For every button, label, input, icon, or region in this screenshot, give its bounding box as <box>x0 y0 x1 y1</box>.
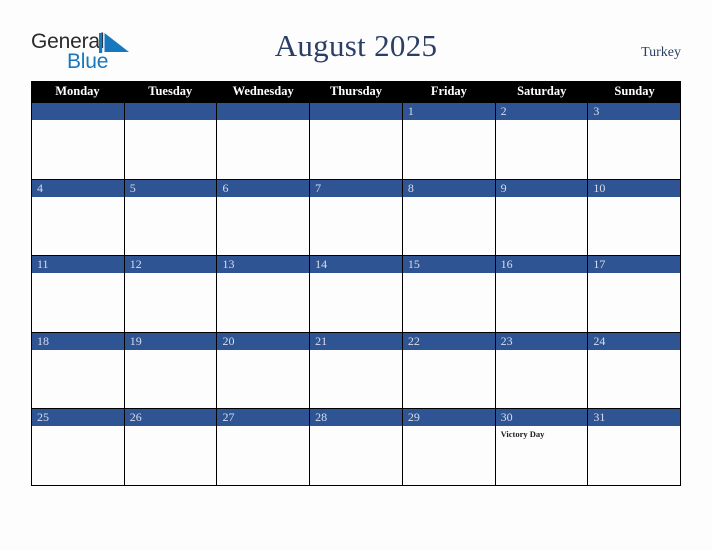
calendar-week-row: 18 19 20 21 22 23 24 <box>31 331 682 409</box>
date-number: 4 <box>32 179 124 197</box>
date-number: 30 <box>495 409 588 427</box>
date-number: 23 <box>495 332 588 350</box>
date-number <box>32 103 124 120</box>
weekday-header-wednesday: Wednesday <box>232 84 294 98</box>
day-cell-3[interactable]: 3 <box>588 103 682 179</box>
day-cell-empty[interactable] <box>124 103 218 179</box>
day-cell-5[interactable]: 5 <box>124 179 218 256</box>
calendar-week-row: 4 5 6 7 8 9 10 <box>31 178 682 256</box>
weekday-header-saturday: Saturday <box>517 84 567 98</box>
day-cell-16[interactable]: 16 <box>495 256 589 332</box>
day-cell-15[interactable]: 15 <box>402 256 496 332</box>
day-cell-25[interactable]: 25 <box>32 409 125 485</box>
date-number: 8 <box>402 179 495 197</box>
day-cell-12[interactable]: 12 <box>124 256 218 332</box>
day-cell-30[interactable]: 30 Victory Day <box>495 409 589 485</box>
weekday-header-tuesday: Tuesday <box>148 84 193 98</box>
date-number: 31 <box>588 409 681 427</box>
day-cell-1[interactable]: 1 <box>402 103 496 179</box>
event-list: Victory Day <box>496 426 588 440</box>
date-number: 29 <box>402 409 495 427</box>
day-cell-31[interactable]: 31 <box>588 409 682 485</box>
weekday-header-monday: Monday <box>55 84 100 98</box>
date-number: 27 <box>217 409 310 427</box>
date-number: 11 <box>32 256 124 274</box>
day-cell-14[interactable]: 14 <box>310 256 403 332</box>
day-cell-7[interactable]: 7 <box>310 179 403 256</box>
weekday-header-friday: Friday <box>430 84 467 98</box>
country-label: Turkey <box>641 45 681 60</box>
day-cell-8[interactable]: 8 <box>402 179 496 256</box>
date-number: 28 <box>310 409 402 427</box>
date-number: 22 <box>402 332 495 350</box>
date-number: 15 <box>402 256 495 274</box>
page-title: August 2025 <box>274 28 438 63</box>
weekday-header-thursday: Thursday <box>329 84 383 98</box>
date-number: 2 <box>495 103 588 120</box>
day-cell-20[interactable]: 20 <box>217 332 311 409</box>
day-cell-empty[interactable] <box>32 103 125 179</box>
date-number: 26 <box>124 409 217 427</box>
day-cell-empty[interactable] <box>310 103 403 179</box>
date-number <box>310 103 402 120</box>
date-number: 14 <box>310 256 402 274</box>
date-number: 18 <box>32 332 124 350</box>
day-cell-21[interactable]: 21 <box>310 332 403 409</box>
day-cell-13[interactable]: 13 <box>217 256 311 332</box>
date-number: 3 <box>588 103 681 120</box>
day-cell-11[interactable]: 11 <box>32 256 125 332</box>
calendar-grid: Monday Tuesday Wednesday Thursday Friday Satu… <box>31 81 682 486</box>
event-item: Victory Day <box>500 429 545 440</box>
date-number: 5 <box>124 179 217 197</box>
day-cell-19[interactable]: 19 <box>124 332 218 409</box>
calendar-week-row: 123 <box>31 102 682 179</box>
page-header: General Blue August 2025 Turkey <box>0 0 712 81</box>
day-cell-28[interactable]: 28 <box>310 409 403 485</box>
day-cell-10[interactable]: 10 <box>588 179 682 256</box>
day-cell-29[interactable]: 29 <box>402 409 496 485</box>
date-number: 1 <box>402 103 495 120</box>
day-cell-17[interactable]: 17 <box>588 256 682 332</box>
calendar-weeks: 1 2 3 4 5 6 7 8 9 10 11 12 13 14 15 16 17 18 19 20 21 22 23 24 2… <box>31 102 682 486</box>
calendar-week-row: 25 26 27 28 29 30 Victory Day 31 <box>31 408 682 486</box>
date-number: 21 <box>310 332 402 350</box>
date-number <box>124 103 217 120</box>
date-number: 6 <box>217 179 310 197</box>
date-number: 16 <box>495 256 588 274</box>
day-cell-24[interactable]: 24 <box>588 332 682 409</box>
day-cell-2[interactable]: 2 <box>495 103 589 179</box>
date-number: 20 <box>217 332 310 350</box>
date-number: 10 <box>588 179 681 197</box>
day-cell-22[interactable]: 22 <box>402 332 496 409</box>
weekday-header-row: Monday Tuesday Wednesday Thursday Friday Satu… <box>31 81 681 102</box>
date-number: 24 <box>588 332 681 350</box>
day-cell-26[interactable]: 26 <box>124 409 218 485</box>
date-number <box>217 103 310 120</box>
calendar-week-row: 11 12 13 14 15 16 17 <box>31 255 682 332</box>
day-cell-4[interactable]: 4 <box>32 179 125 256</box>
date-number: 7 <box>310 179 402 197</box>
date-number: 17 <box>588 256 681 274</box>
date-number: 12 <box>124 256 217 274</box>
date-number: 9 <box>495 179 588 197</box>
day-cell-27[interactable]: 27 <box>217 409 311 485</box>
date-number: 13 <box>217 256 310 274</box>
day-cell-23[interactable]: 23 <box>495 332 589 409</box>
day-cell-18[interactable]: 18 <box>32 332 125 409</box>
day-cell-6[interactable]: 6 <box>217 179 311 256</box>
date-number: 19 <box>124 332 217 350</box>
date-number: 25 <box>32 409 124 427</box>
day-cell-empty[interactable] <box>217 103 311 179</box>
day-cell-9[interactable]: 9 <box>495 179 589 256</box>
weekday-header-sunday: Sunday <box>614 84 655 98</box>
